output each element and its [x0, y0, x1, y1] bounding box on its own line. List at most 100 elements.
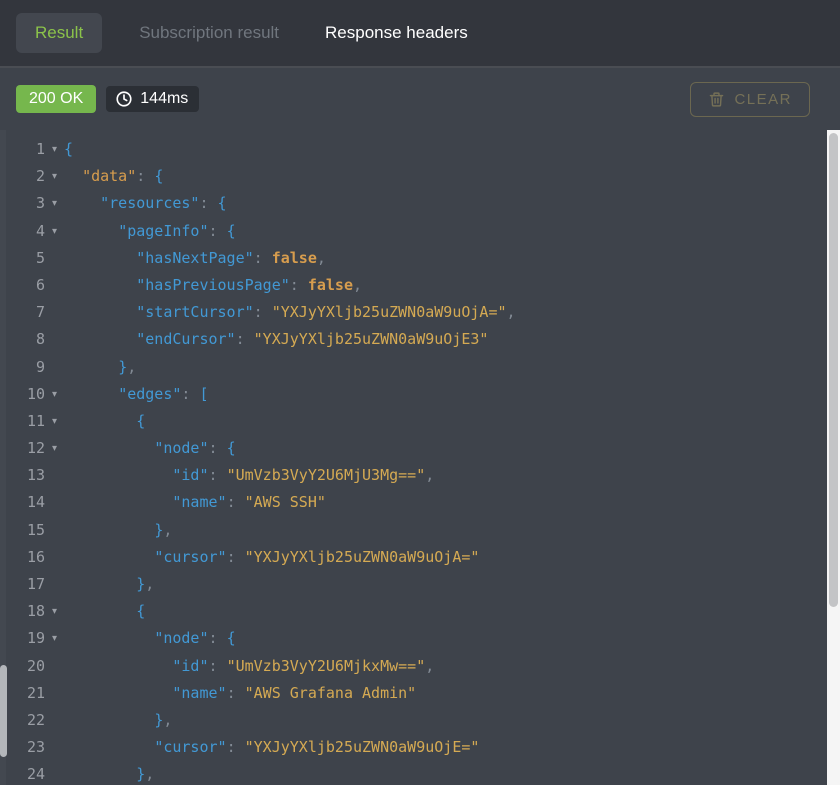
code-line: 8 "endCursor": "YXJyYXljb25uZWN0aW9uOjE3… — [0, 326, 827, 353]
fold-toggle-icon[interactable]: ▾ — [45, 598, 64, 625]
left-scrollbar-thumb[interactable] — [0, 665, 7, 757]
fold-spacer — [45, 571, 64, 598]
line-number: 16 — [0, 544, 45, 571]
line-number: 14 — [0, 489, 45, 516]
code-line: 15 }, — [0, 517, 827, 544]
clock-icon — [115, 90, 133, 108]
fold-toggle-icon[interactable]: ▾ — [45, 435, 64, 462]
status-bar: 200 OK 144ms CLEAR — [0, 68, 840, 130]
code-line: 5 "hasNextPage": false, — [0, 245, 827, 272]
line-number: 15 — [0, 517, 45, 544]
code-line: 18▾ { — [0, 598, 827, 625]
code-text: }, — [64, 571, 154, 598]
line-number: 13 — [0, 462, 45, 489]
fold-spacer — [45, 680, 64, 707]
code-line: 11▾ { — [0, 408, 827, 435]
fold-spacer — [45, 462, 64, 489]
code-text: "id": "UmVzb3VyY2U6MjkxMw==", — [64, 653, 434, 680]
code-line: 1▾{ — [0, 136, 827, 163]
trash-icon — [708, 91, 725, 108]
line-number: 3 — [0, 190, 45, 217]
fold-toggle-icon[interactable]: ▾ — [45, 218, 64, 245]
line-number: 18 — [0, 598, 45, 625]
clear-button-label: CLEAR — [734, 91, 792, 108]
code-text: { — [64, 136, 73, 163]
code-text: { — [64, 408, 145, 435]
fold-toggle-icon[interactable]: ▾ — [45, 163, 64, 190]
result-tab-bar: Result Subscription result Response head… — [0, 0, 840, 68]
code-line: 2▾ "data": { — [0, 163, 827, 190]
right-scrollbar-track[interactable] — [827, 130, 840, 785]
fold-spacer — [45, 354, 64, 381]
fold-spacer — [45, 734, 64, 761]
code-lines: 1▾{2▾ "data": {3▾ "resources": {4▾ "page… — [0, 136, 827, 785]
code-line: 12▾ "node": { — [0, 435, 827, 462]
line-number: 5 — [0, 245, 45, 272]
line-number: 17 — [0, 571, 45, 598]
fold-spacer — [45, 245, 64, 272]
code-text: "resources": { — [64, 190, 227, 217]
status-badge: 200 OK — [16, 85, 96, 113]
code-text: "pageInfo": { — [64, 218, 236, 245]
line-number: 9 — [0, 354, 45, 381]
code-line: 17 }, — [0, 571, 827, 598]
line-number: 4 — [0, 218, 45, 245]
code-line: 7 "startCursor": "YXJyYXljb25uZWN0aW9uOj… — [0, 299, 827, 326]
code-line: 23 "cursor": "YXJyYXljb25uZWN0aW9uOjE=" — [0, 734, 827, 761]
code-text: "id": "UmVzb3VyY2U6MjU3Mg==", — [64, 462, 434, 489]
fold-spacer — [45, 653, 64, 680]
fold-spacer — [45, 272, 64, 299]
code-text: "hasPreviousPage": false, — [64, 272, 362, 299]
line-number: 10 — [0, 381, 45, 408]
code-text: "cursor": "YXJyYXljb25uZWN0aW9uOjA=" — [64, 544, 479, 571]
line-number: 19 — [0, 625, 45, 652]
code-line: 22 }, — [0, 707, 827, 734]
code-text: "node": { — [64, 625, 236, 652]
code-text: "name": "AWS Grafana Admin" — [64, 680, 416, 707]
code-text: }, — [64, 707, 172, 734]
code-line: 19▾ "node": { — [0, 625, 827, 652]
fold-toggle-icon[interactable]: ▾ — [45, 190, 64, 217]
code-text: { — [64, 598, 145, 625]
code-text: "node": { — [64, 435, 236, 462]
line-number: 8 — [0, 326, 45, 353]
fold-spacer — [45, 544, 64, 571]
line-number: 7 — [0, 299, 45, 326]
line-number: 12 — [0, 435, 45, 462]
code-text: "cursor": "YXJyYXljb25uZWN0aW9uOjE=" — [64, 734, 479, 761]
fold-toggle-icon[interactable]: ▾ — [45, 381, 64, 408]
code-text: "hasNextPage": false, — [64, 245, 326, 272]
code-text: "data": { — [64, 163, 163, 190]
response-time-chip: 144ms — [106, 86, 199, 112]
code-text: }, — [64, 761, 154, 785]
fold-toggle-icon[interactable]: ▾ — [45, 625, 64, 652]
fold-spacer — [45, 761, 64, 785]
code-line: 20 "id": "UmVzb3VyY2U6MjkxMw==", — [0, 653, 827, 680]
clear-button[interactable]: CLEAR — [690, 82, 810, 117]
tab-subscription-result[interactable]: Subscription result — [139, 23, 279, 43]
fold-toggle-icon[interactable]: ▾ — [45, 136, 64, 163]
line-number: 11 — [0, 408, 45, 435]
response-json-editor[interactable]: 1▾{2▾ "data": {3▾ "resources": {4▾ "page… — [0, 130, 827, 785]
left-scrollbar-track[interactable] — [0, 130, 6, 785]
fold-toggle-icon[interactable]: ▾ — [45, 408, 64, 435]
fold-spacer — [45, 489, 64, 516]
tab-response-headers[interactable]: Response headers — [325, 23, 468, 43]
fold-spacer — [45, 299, 64, 326]
right-scrollbar-thumb[interactable] — [829, 133, 838, 607]
line-number: 2 — [0, 163, 45, 190]
code-line: 14 "name": "AWS SSH" — [0, 489, 827, 516]
code-line: 24 }, — [0, 761, 827, 785]
code-text: }, — [64, 354, 136, 381]
code-text: "endCursor": "YXJyYXljb25uZWN0aW9uOjE3" — [64, 326, 488, 353]
code-line: 9 }, — [0, 354, 827, 381]
code-line: 16 "cursor": "YXJyYXljb25uZWN0aW9uOjA=" — [0, 544, 827, 571]
tab-result[interactable]: Result — [16, 13, 102, 53]
line-number: 6 — [0, 272, 45, 299]
code-text: }, — [64, 517, 172, 544]
code-text: "edges": [ — [64, 381, 209, 408]
response-time-value: 144ms — [140, 90, 188, 108]
code-text: "name": "AWS SSH" — [64, 489, 326, 516]
code-line: 4▾ "pageInfo": { — [0, 218, 827, 245]
code-line: 6 "hasPreviousPage": false, — [0, 272, 827, 299]
